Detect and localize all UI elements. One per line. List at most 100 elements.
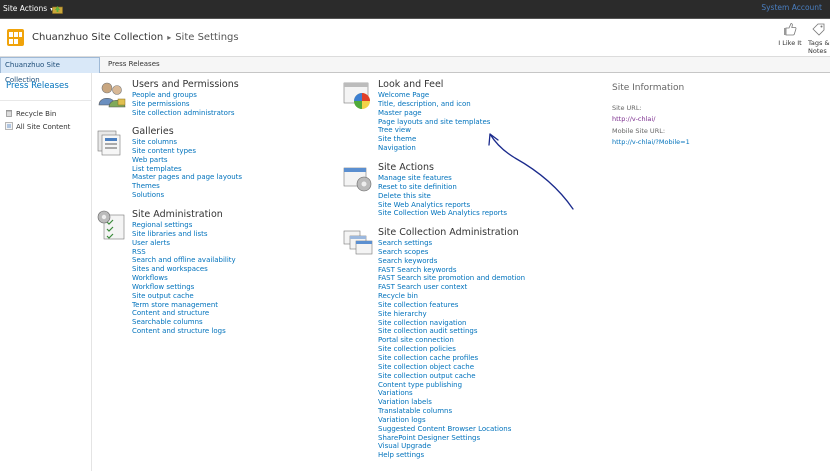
- site-information-heading: Site Information: [612, 83, 685, 93]
- link-list: Search settings Search scopes Search key…: [378, 239, 525, 460]
- section-title: Site Actions: [378, 162, 434, 173]
- quick-launch-press-releases[interactable]: Press Releases: [6, 81, 69, 91]
- site-permissions-link[interactable]: Site permissions: [132, 100, 234, 109]
- search-offline-availability-link[interactable]: Search and offline availability: [132, 256, 236, 265]
- list-templates-link[interactable]: List templates: [132, 165, 242, 174]
- page-layouts-site-templates-link[interactable]: Page layouts and site templates: [378, 118, 490, 127]
- tags-notes-button[interactable]: Tags & Notes: [808, 22, 830, 55]
- content-and-structure-link[interactable]: Content and structure: [132, 309, 236, 318]
- site-collection-cache-profiles-link[interactable]: Site collection cache profiles: [378, 354, 525, 363]
- breadcrumb-site-link[interactable]: Chuanzhuo Site Collection: [32, 32, 163, 43]
- recycle-bin-icon: [6, 110, 12, 117]
- rss-link[interactable]: RSS: [132, 248, 236, 257]
- term-store-management-link[interactable]: Term store management: [132, 301, 236, 310]
- recycle-bin-admin-link[interactable]: Recycle bin: [378, 292, 525, 301]
- site-output-cache-link[interactable]: Site output cache: [132, 292, 236, 301]
- people-and-groups-link[interactable]: People and groups: [132, 91, 234, 100]
- suggested-content-browser-locations-link[interactable]: Suggested Content Browser Locations: [378, 425, 525, 434]
- all-site-content-link[interactable]: All Site Content: [5, 122, 70, 131]
- search-keywords-link[interactable]: Search keywords: [378, 257, 525, 266]
- link-list: People and groups Site permissions Site …: [132, 91, 234, 118]
- i-like-it-button[interactable]: I Like It: [777, 22, 803, 47]
- themes-link[interactable]: Themes: [132, 182, 242, 191]
- users-permissions-icon: [98, 82, 126, 108]
- recycle-bin-link[interactable]: Recycle Bin: [5, 109, 56, 118]
- title-area: Chuanzhuo Site Collection ▸ Site Settings …: [0, 19, 830, 57]
- site-content-types-link[interactable]: Site content types: [132, 147, 242, 156]
- mobile-site-url-link[interactable]: http://v-chlai/?Mobile=1: [612, 138, 690, 146]
- regional-settings-link[interactable]: Regional settings: [132, 221, 236, 230]
- all-site-content-label: All Site Content: [16, 123, 71, 131]
- tree-view-link[interactable]: Tree view: [378, 126, 490, 135]
- site-collection-object-cache-link[interactable]: Site collection object cache: [378, 363, 525, 372]
- section-title: Look and Feel: [378, 79, 444, 90]
- variation-logs-link[interactable]: Variation logs: [378, 416, 525, 425]
- site-columns-link[interactable]: Site columns: [132, 138, 242, 147]
- quick-launch: Press Releases Recycle Bin All Site Cont…: [0, 73, 92, 471]
- translatable-columns-link[interactable]: Translatable columns: [378, 407, 525, 416]
- welcome-page-link[interactable]: Welcome Page: [378, 91, 490, 100]
- site-collection-output-cache-link[interactable]: Site collection output cache: [378, 372, 525, 381]
- master-pages-link[interactable]: Master pages and page layouts: [132, 173, 242, 182]
- master-page-link[interactable]: Master page: [378, 109, 490, 118]
- annotation-arrow: [488, 133, 574, 210]
- section-title: Site Collection Administration: [378, 227, 519, 238]
- web-parts-link[interactable]: Web parts: [132, 156, 242, 165]
- variation-labels-link[interactable]: Variation labels: [378, 398, 525, 407]
- all-site-content-icon: [5, 122, 13, 130]
- variations-link[interactable]: Variations: [378, 389, 525, 398]
- site-url-label: Site URL:: [612, 104, 642, 112]
- fast-search-user-context-link[interactable]: FAST Search user context: [378, 283, 525, 292]
- solutions-link[interactable]: Solutions: [132, 191, 242, 200]
- search-settings-link[interactable]: Search settings: [378, 239, 525, 248]
- fast-search-promotion-link[interactable]: FAST Search site promotion and demotion: [378, 274, 525, 283]
- site-hierarchy-link[interactable]: Site hierarchy: [378, 310, 525, 319]
- link-list: Welcome Page Title, description, and ico…: [378, 91, 490, 153]
- site-actions-menu[interactable]: Site Actions ▾: [3, 4, 53, 13]
- tag-icon: [812, 23, 825, 36]
- sites-workspaces-link[interactable]: Sites and workspaces: [132, 265, 236, 274]
- site-collection-audit-settings-link[interactable]: Site collection audit settings: [378, 327, 525, 336]
- breadcrumb: Chuanzhuo Site Collection ▸ Site Settings: [32, 32, 239, 43]
- site-logo-icon[interactable]: [7, 29, 24, 46]
- site-url-link[interactable]: http://v-chlai/: [612, 115, 655, 123]
- portal-site-connection-link[interactable]: Portal site connection: [378, 336, 525, 345]
- user-alerts-link[interactable]: User alerts: [132, 239, 236, 248]
- sharepoint-designer-settings-link[interactable]: SharePoint Designer Settings: [378, 434, 525, 443]
- search-scopes-link[interactable]: Search scopes: [378, 248, 525, 257]
- i-like-it-label: I Like It: [778, 39, 802, 47]
- title-description-icon-link[interactable]: Title, description, and icon: [378, 100, 490, 109]
- site-collection-features-link[interactable]: Site collection features: [378, 301, 525, 310]
- site-collection-administration-icon: [343, 230, 373, 255]
- site-collection-policies-link[interactable]: Site collection policies: [378, 345, 525, 354]
- workflows-link[interactable]: Workflows: [132, 274, 236, 283]
- breadcrumb-separator: ▸: [167, 33, 172, 42]
- navigation-link[interactable]: Navigation: [378, 144, 490, 153]
- thumbs-up-icon: [784, 23, 797, 36]
- galleries-icon: [97, 130, 121, 156]
- site-collection-administrators-link[interactable]: Site collection administrators: [132, 109, 234, 118]
- navigate-up-icon[interactable]: [52, 4, 63, 14]
- site-theme-link[interactable]: Site theme: [378, 135, 490, 144]
- content-type-publishing-link[interactable]: Content type publishing: [378, 381, 525, 390]
- page-title: Site Settings: [175, 32, 239, 43]
- user-account-menu[interactable]: System Account: [761, 3, 822, 12]
- searchable-columns-link[interactable]: Searchable columns: [132, 318, 236, 327]
- site-libraries-lists-link[interactable]: Site libraries and lists: [132, 230, 236, 239]
- section-title: Site Administration: [132, 209, 223, 220]
- tab-chuanzhuo-site-collection[interactable]: Chuanzhuo Site Collection: [0, 57, 100, 84]
- fast-search-keywords-link[interactable]: FAST Search keywords: [378, 266, 525, 275]
- top-ribbon-bar: Site Actions ▾ System Account: [0, 0, 830, 19]
- site-collection-navigation-link[interactable]: Site collection navigation: [378, 319, 525, 328]
- site-administration-icon: [97, 210, 125, 240]
- site-information-panel: Site Information Site URL: http://v-chla…: [612, 83, 812, 146]
- workflow-settings-link[interactable]: Workflow settings: [132, 283, 236, 292]
- visual-upgrade-link[interactable]: Visual Upgrade: [378, 442, 525, 451]
- tab-press-releases[interactable]: Press Releases: [104, 57, 164, 73]
- section-title: Galleries: [132, 126, 174, 137]
- section-title: Users and Permissions: [132, 79, 239, 90]
- content-structure-logs-link[interactable]: Content and structure logs: [132, 327, 236, 336]
- recycle-bin-label: Recycle Bin: [16, 110, 57, 118]
- link-list: Site columns Site content types Web part…: [132, 138, 242, 200]
- help-settings-link[interactable]: Help settings: [378, 451, 525, 460]
